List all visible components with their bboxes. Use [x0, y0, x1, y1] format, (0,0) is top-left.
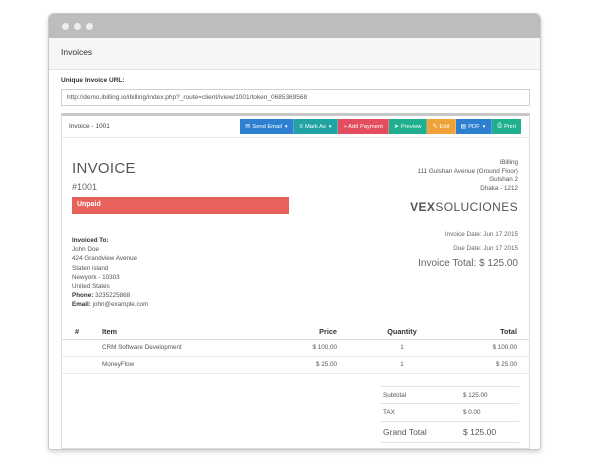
grand-total-row: Grand Total $ 125.00 — [381, 422, 519, 443]
envelope-icon: ✉ — [245, 124, 251, 130]
table-row: MoneyFlow $ 25.00 1 $ 25.00 — [62, 357, 529, 374]
item-total: $ 25.00 — [495, 361, 517, 368]
company-address-line: Dhaka - 1212 — [480, 184, 518, 192]
edit-button[interactable]: ✎ Edit — [427, 119, 456, 134]
col-hash: # — [75, 327, 80, 336]
item-name: CRM Software Development — [102, 344, 182, 351]
pdf-label: PDF — [468, 123, 480, 130]
company-address: iBilling 111 Gulshan Avenue (Ground Floo… — [418, 159, 518, 193]
invoice-date: Invoice Date: Jun 17 2015 — [444, 231, 518, 238]
page-header: Invoices — [49, 38, 540, 70]
window-dot-icon[interactable] — [74, 23, 81, 30]
pdf-button[interactable]: ▤ PDF ▼ — [455, 119, 493, 134]
item-qty: 1 — [400, 344, 404, 351]
mark-as-label: Mark As — [304, 123, 326, 130]
tax-label: TAX — [383, 409, 395, 416]
invoice-url-field[interactable]: http://demo.ibilling.io/ibilling/index.p… — [61, 89, 530, 106]
item-price: $ 100.00 — [312, 344, 337, 351]
col-item: Item — [102, 327, 118, 336]
subtotal-value: $ 125.00 — [463, 392, 488, 399]
invoice-heading: INVOICE — [72, 160, 136, 177]
logo-bold-text: VEX — [410, 200, 436, 214]
printer-icon: ⎙ — [497, 123, 503, 129]
mark-as-button[interactable]: ≡ Mark As ▼ — [294, 119, 339, 134]
item-qty: 1 — [400, 361, 404, 368]
grand-total-value: $ 125.00 — [463, 427, 497, 437]
preview-label: Preview — [400, 123, 422, 130]
invoiced-to-block: Invoiced To: John Doe 424 Grandview Aven… — [72, 236, 148, 310]
col-quantity: Quantity — [387, 327, 417, 336]
tax-row: TAX $ 0.00 — [381, 404, 519, 422]
tax-value: $ 0.00 — [463, 409, 481, 416]
company-address-line: 111 Gulshan Avenue (Ground Floor) — [417, 167, 518, 175]
subtotal-row: Subtotal $ 125.00 — [381, 386, 519, 404]
print-button[interactable]: ⎙ Print — [492, 119, 521, 134]
add-payment-label: + Add Payment — [343, 123, 383, 130]
item-price: $ 25.00 — [315, 361, 337, 368]
items-table-header: # Item Price Quantity Total — [62, 323, 529, 340]
chevron-down-icon: ▼ — [481, 124, 487, 129]
browser-window: Invoices Unique Invoice URL: http://demo… — [48, 13, 541, 450]
invoice-url-label: Unique Invoice URL: — [61, 77, 125, 84]
window-titlebar — [49, 14, 540, 38]
item-total: $ 100.00 — [492, 344, 517, 351]
edit-label: Edit — [439, 123, 450, 130]
client-city: Newyork - 10303 — [72, 273, 120, 281]
chevron-down-icon: ▼ — [327, 124, 333, 129]
due-date: Due Date: Jun 17 2015 — [453, 245, 518, 252]
invoice-number: #1001 — [72, 182, 98, 192]
email-label: Email: — [72, 301, 91, 309]
phone-label: Phone: — [72, 292, 94, 300]
client-street: 424 Grandview Avenue — [72, 255, 137, 263]
page-title: Invoices — [61, 47, 93, 57]
phone-value: 3235225868 — [95, 292, 131, 300]
invoice-total: Invoice Total: $ 125.00 — [418, 258, 518, 269]
print-label: Print — [504, 123, 516, 130]
company-name: iBilling — [499, 159, 518, 166]
paper-plane-icon: ➤ — [393, 124, 399, 130]
file-icon: ▤ — [460, 124, 467, 130]
col-total: Total — [500, 327, 517, 336]
send-email-label: Send Email — [252, 123, 282, 130]
pencil-icon: ✎ — [432, 124, 438, 130]
add-payment-button[interactable]: + Add Payment — [338, 119, 389, 134]
company-address-line: Gulshan 2 — [489, 176, 518, 184]
item-name: MoneyFlow — [102, 361, 135, 368]
client-email: Email: john@example.com — [72, 300, 148, 309]
col-price: Price — [319, 327, 337, 336]
invoiced-to-label: Invoiced To: — [72, 237, 109, 244]
invoice-panel: Invoice - 1001 ✉ Send Email ▼ ≡ Mark As … — [61, 113, 530, 449]
send-email-button[interactable]: ✉ Send Email ▼ — [240, 119, 295, 134]
client-phone: Phone: 3235225868 — [72, 291, 148, 300]
subtotal-label: Subtotal — [383, 392, 407, 399]
preview-button[interactable]: ➤ Preview — [388, 119, 428, 134]
table-row: CRM Software Development $ 100.00 1 $ 10… — [62, 340, 529, 357]
client-area: Staten island — [72, 264, 109, 272]
invoice-panel-header: Invoice - 1001 ✉ Send Email ▼ ≡ Mark As … — [62, 116, 529, 138]
bars-icon: ≡ — [299, 123, 303, 130]
invoice-toolbar: ✉ Send Email ▼ ≡ Mark As ▼ + Add Payment… — [240, 119, 521, 134]
grand-total-label: Grand Total — [383, 427, 427, 437]
chevron-down-icon: ▼ — [283, 124, 289, 129]
invoice-panel-title: Invoice - 1001 — [69, 123, 110, 130]
client-name: John Doe — [72, 246, 99, 254]
window-dot-icon[interactable] — [62, 23, 69, 30]
company-logo: VEXSOLUCIONES — [410, 200, 518, 214]
window-dot-icon[interactable] — [86, 23, 93, 30]
email-value[interactable]: john@example.com — [93, 301, 149, 308]
client-country: United States — [72, 283, 110, 291]
status-badge: Unpaid — [72, 197, 289, 214]
logo-rest-text: SOLUCIONES — [435, 200, 518, 214]
